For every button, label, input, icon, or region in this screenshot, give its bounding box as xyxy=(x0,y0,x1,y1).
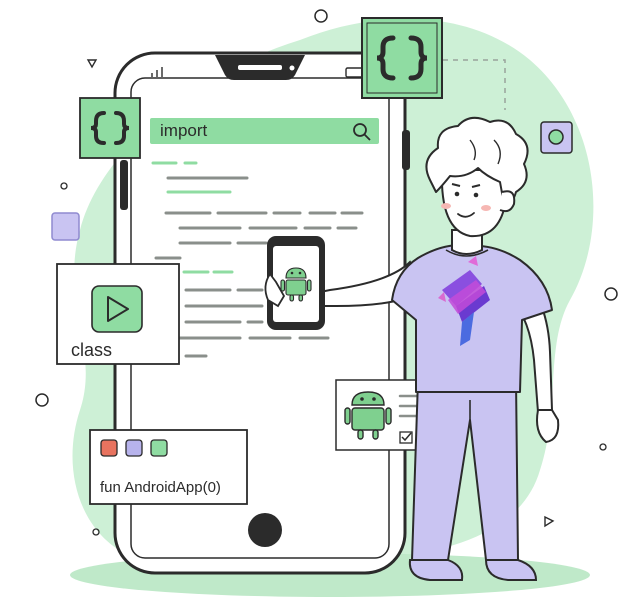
android-checklist-card xyxy=(335,379,422,451)
illustration: import class fun AndroidApp(0) xyxy=(0,0,631,616)
class-label: class xyxy=(71,340,113,360)
play-icon xyxy=(91,285,143,333)
handheld-phone xyxy=(264,236,325,330)
dot-green xyxy=(150,439,168,457)
code-snippet: fun AndroidApp(0) xyxy=(100,479,221,496)
check-icon xyxy=(399,431,413,444)
curly-braces-icon xyxy=(79,97,141,159)
search-text: import xyxy=(160,121,208,140)
dot-lavender xyxy=(125,439,143,457)
circle-badge-icon xyxy=(540,121,573,154)
dot-red xyxy=(100,439,118,457)
curly-braces-icon-top xyxy=(361,17,443,99)
